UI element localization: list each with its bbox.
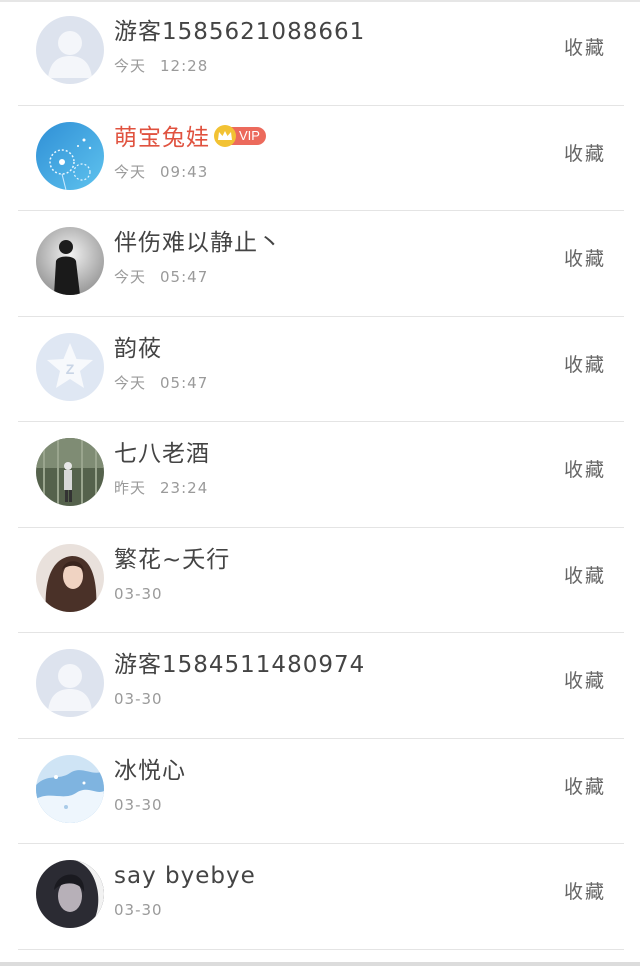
- visit-time: 今天 05:47: [114, 265, 208, 289]
- user-name-text: 萌宝兔娃: [114, 124, 210, 151]
- visit-day: 今天: [114, 373, 147, 392]
- favorite-button[interactable]: 收藏: [564, 245, 606, 273]
- visit-clock: 12:28: [160, 57, 209, 75]
- crown-icon: [214, 125, 236, 147]
- dark-portrait-avatar[interactable]: [36, 860, 104, 928]
- dandelion-avatar[interactable]: [36, 121, 104, 190]
- visit-day: 今天: [114, 162, 147, 181]
- vip-badge: VIP: [214, 125, 266, 147]
- user-name[interactable]: 七八老酒: [114, 438, 210, 470]
- visit-day: 今天: [114, 57, 147, 75]
- visit-time: 今天 09:43: [114, 160, 208, 184]
- user-name[interactable]: 韵莜: [114, 333, 162, 365]
- greenhouse-avatar[interactable]: [36, 438, 104, 506]
- visit-date: 03-30: [114, 584, 163, 603]
- user-name[interactable]: 游客1584511480974: [114, 649, 365, 681]
- visit-clock: 23:24: [160, 479, 209, 497]
- list-item[interactable]: 伴伤难以静止丶 今天 05:47 收藏: [0, 211, 640, 317]
- visit-time: 03-30: [114, 898, 163, 922]
- list-item[interactable]: 游客1585621088661 今天 12:28 收藏: [0, 0, 640, 106]
- row-divider: [18, 948, 624, 950]
- list-item[interactable]: 游客1584511480974 03-30 收藏: [0, 633, 640, 739]
- visitor-list: 游客1585621088661 今天 12:28 收藏 萌宝兔娃 VIP 今天 …: [0, 0, 640, 950]
- visit-date: 03-30: [114, 795, 163, 814]
- girl-hair-avatar[interactable]: [36, 543, 104, 612]
- visit-time: 03-30: [114, 582, 163, 606]
- visit-day: 昨天: [114, 479, 147, 497]
- user-name[interactable]: 繁花~夭行: [114, 544, 230, 576]
- svg-text:Z: Z: [66, 361, 75, 377]
- user-name[interactable]: 萌宝兔娃 VIP: [114, 122, 266, 154]
- list-item[interactable]: Z 韵莜 今天 05:47 收藏: [0, 317, 640, 422]
- list-item[interactable]: 冰悦心 03-30 收藏: [0, 739, 640, 844]
- visit-clock: 05:47: [160, 373, 209, 392]
- visit-time: 今天 12:28: [114, 54, 208, 78]
- favorite-button[interactable]: 收藏: [564, 562, 606, 590]
- favorite-button[interactable]: 收藏: [564, 773, 606, 801]
- user-name[interactable]: 冰悦心: [114, 755, 186, 787]
- list-item[interactable]: 萌宝兔娃 VIP 今天 09:43 收藏: [0, 106, 640, 211]
- list-item[interactable]: 繁花~夭行 03-30 收藏: [0, 528, 640, 633]
- favorite-button[interactable]: 收藏: [564, 456, 606, 484]
- list-item[interactable]: say byebye 03-30 收藏: [0, 844, 640, 950]
- favorite-button[interactable]: 收藏: [564, 667, 606, 695]
- visit-time: 03-30: [114, 793, 163, 817]
- visit-date: 03-30: [114, 901, 163, 919]
- winter-avatar[interactable]: [36, 754, 104, 823]
- visit-time: 03-30: [114, 687, 163, 711]
- default-avatar[interactable]: [36, 16, 104, 84]
- user-name[interactable]: say byebye: [114, 860, 256, 892]
- favorite-button[interactable]: 收藏: [564, 351, 606, 379]
- visit-clock: 09:43: [160, 162, 209, 181]
- visit-day: 今天: [114, 268, 147, 286]
- user-name[interactable]: 游客1585621088661: [114, 16, 365, 48]
- visit-clock: 05:47: [160, 268, 209, 286]
- visit-time: 昨天 23:24: [114, 476, 208, 500]
- bw-person-avatar[interactable]: [36, 227, 104, 295]
- visit-date: 03-30: [114, 690, 163, 708]
- favorite-button[interactable]: 收藏: [564, 878, 606, 906]
- visit-time: 今天 05:47: [114, 371, 208, 395]
- default-avatar[interactable]: [36, 649, 104, 717]
- user-name[interactable]: 伴伤难以静止丶: [114, 227, 282, 259]
- qq-star-avatar[interactable]: Z: [36, 332, 104, 401]
- bottom-border: [0, 962, 640, 966]
- favorite-button[interactable]: 收藏: [564, 34, 606, 62]
- list-item[interactable]: 七八老酒 昨天 23:24 收藏: [0, 422, 640, 528]
- favorite-button[interactable]: 收藏: [564, 140, 606, 168]
